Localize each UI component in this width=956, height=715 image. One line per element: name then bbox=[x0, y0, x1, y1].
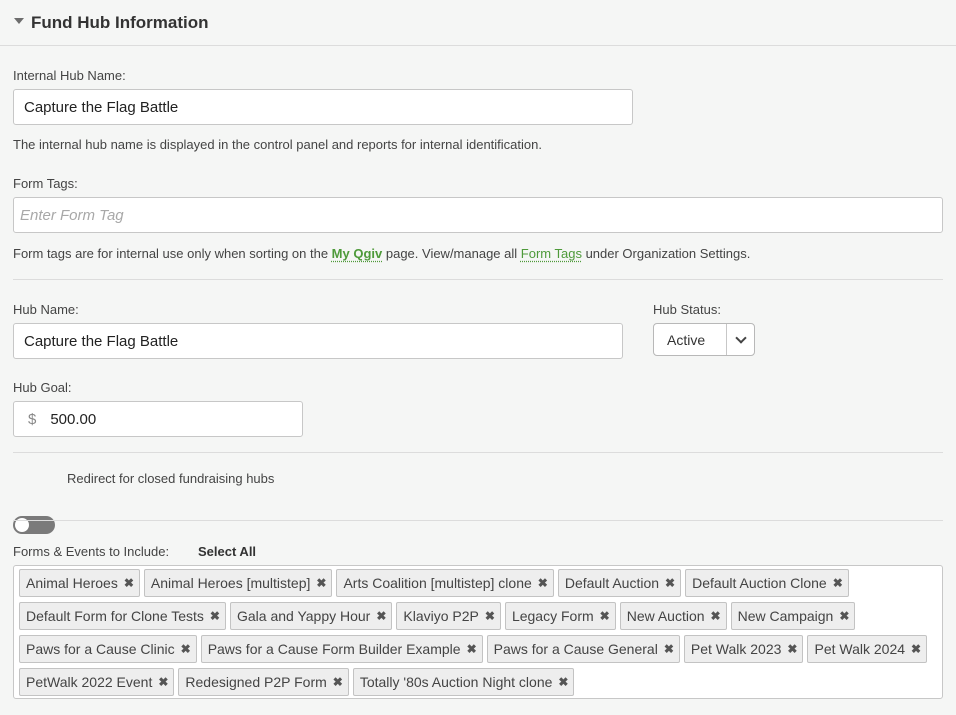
form-event-tag: Paws for a Cause Form Builder Example ✖ bbox=[200, 635, 483, 663]
form-event-tag-label: Paws for a Cause Clinic bbox=[26, 641, 175, 657]
form-event-tag: Default Auction ✖ bbox=[557, 569, 682, 597]
form-event-tag-label: Pet Walk 2023 bbox=[690, 641, 782, 657]
divider bbox=[13, 279, 943, 280]
forms-events-label: Forms & Events to Include: bbox=[13, 544, 170, 559]
form-event-tag-label: Default Form for Clone Tests bbox=[26, 608, 204, 624]
hub-name-input[interactable]: Capture the Flag Battle bbox=[13, 323, 623, 359]
form-event-tag: Gala and Yappy Hour ✖ bbox=[229, 602, 393, 630]
form-event-tag-label: Legacy Form bbox=[511, 608, 594, 624]
form-event-tag: Pet Walk 2023 ✖ bbox=[683, 635, 804, 663]
remove-tag-icon[interactable]: ✖ bbox=[787, 642, 797, 656]
caret-down-icon[interactable] bbox=[14, 17, 24, 24]
remove-tag-icon[interactable]: ✖ bbox=[316, 576, 326, 590]
form-tags-label: Form Tags: bbox=[13, 176, 78, 191]
form-event-tag-label: Default Auction Clone bbox=[692, 575, 827, 591]
form-tags-input[interactable]: Enter Form Tag bbox=[13, 197, 943, 233]
form-event-tag: Klaviyo P2P ✖ bbox=[396, 602, 501, 630]
remove-tag-icon[interactable]: ✖ bbox=[181, 642, 191, 656]
form-event-tag-label: Paws for a Cause General bbox=[493, 641, 658, 657]
remove-tag-icon[interactable]: ✖ bbox=[158, 675, 168, 689]
form-event-tag-label: Animal Heroes bbox=[26, 575, 118, 591]
hub-goal-value: 500.00 bbox=[50, 410, 97, 428]
internal-hub-name-help: The internal hub name is displayed in th… bbox=[13, 137, 542, 152]
form-event-tag-label: Arts Coalition [multistep] clone bbox=[343, 575, 532, 591]
form-event-tag: Legacy Form ✖ bbox=[504, 602, 616, 630]
form-event-tag-label: New Campaign bbox=[737, 608, 834, 624]
chevron-down-icon bbox=[734, 331, 747, 344]
remove-tag-icon[interactable]: ✖ bbox=[333, 675, 343, 689]
form-event-tag-label: PetWalk 2022 Event bbox=[26, 674, 153, 690]
form-tags-help-suffix: under Organization Settings. bbox=[581, 246, 751, 261]
form-event-tag-label: Pet Walk 2024 bbox=[814, 641, 906, 657]
form-event-tag: New Campaign ✖ bbox=[730, 602, 856, 630]
form-event-tag-label: Paws for a Cause Form Builder Example bbox=[207, 641, 461, 657]
form-event-tag-label: Gala and Yappy Hour bbox=[236, 608, 371, 624]
redirect-toggle-label: Redirect for closed fundraising hubs bbox=[67, 471, 275, 486]
form-event-tag-label: Klaviyo P2P bbox=[403, 608, 479, 624]
currency-symbol: $ bbox=[28, 410, 37, 428]
internal-hub-name-input[interactable]: Capture the Flag Battle bbox=[13, 89, 633, 125]
form-tags-help-prefix: Form tags are for internal use only when… bbox=[13, 246, 332, 261]
form-event-tag: Pet Walk 2024 ✖ bbox=[807, 635, 928, 663]
form-event-tag: Arts Coalition [multistep] clone ✖ bbox=[336, 569, 554, 597]
remove-tag-icon[interactable]: ✖ bbox=[124, 576, 134, 590]
remove-tag-icon[interactable]: ✖ bbox=[558, 675, 568, 689]
form-event-tag: Paws for a Cause Clinic ✖ bbox=[19, 635, 197, 663]
hub-goal-label: Hub Goal: bbox=[13, 380, 72, 395]
remove-tag-icon[interactable]: ✖ bbox=[467, 642, 477, 656]
form-event-tag: Default Auction Clone ✖ bbox=[685, 569, 849, 597]
form-tags-placeholder: Enter Form Tag bbox=[20, 206, 124, 224]
internal-hub-name-value: Capture the Flag Battle bbox=[24, 98, 179, 116]
remove-tag-icon[interactable]: ✖ bbox=[485, 609, 495, 623]
select-all-link[interactable]: Select All bbox=[198, 544, 256, 559]
form-event-tag: PetWalk 2022 Event ✖ bbox=[19, 668, 175, 696]
remove-tag-icon[interactable]: ✖ bbox=[600, 609, 610, 623]
remove-tag-icon[interactable]: ✖ bbox=[911, 642, 921, 656]
divider bbox=[13, 520, 943, 521]
form-event-tag: Animal Heroes ✖ bbox=[19, 569, 140, 597]
remove-tag-icon[interactable]: ✖ bbox=[665, 576, 675, 590]
remove-tag-icon[interactable]: ✖ bbox=[833, 576, 843, 590]
hub-status-select[interactable]: Active bbox=[653, 323, 755, 356]
divider bbox=[13, 452, 943, 453]
hub-name-value: Capture the Flag Battle bbox=[24, 332, 179, 350]
remove-tag-icon[interactable]: ✖ bbox=[664, 642, 674, 656]
form-event-tag-label: Animal Heroes [multistep] bbox=[150, 575, 311, 591]
form-event-tag: Paws for a Cause General ✖ bbox=[486, 635, 680, 663]
remove-tag-icon[interactable]: ✖ bbox=[839, 609, 849, 623]
remove-tag-icon[interactable]: ✖ bbox=[538, 576, 548, 590]
section-header[interactable]: Fund Hub Information bbox=[0, 0, 956, 46]
form-event-tag: Totally '80s Auction Night clone ✖ bbox=[352, 668, 575, 696]
form-event-tag: New Auction ✖ bbox=[619, 602, 727, 630]
form-event-tag-label: New Auction bbox=[626, 608, 705, 624]
hub-goal-input[interactable]: $ 500.00 bbox=[13, 401, 303, 437]
forms-events-tag-box[interactable]: Animal Heroes ✖ Animal Heroes [multistep] ✖… bbox=[13, 565, 943, 699]
remove-tag-icon[interactable]: ✖ bbox=[711, 609, 721, 623]
hub-name-label: Hub Name: bbox=[13, 302, 79, 317]
form-event-tag-label: Totally '80s Auction Night clone bbox=[359, 674, 553, 690]
remove-tag-icon[interactable]: ✖ bbox=[376, 609, 386, 623]
hub-status-label: Hub Status: bbox=[653, 302, 721, 317]
form-event-tag-label: Redesigned P2P Form bbox=[185, 674, 327, 690]
form-tags-help-middle: page. View/manage all bbox=[382, 246, 521, 261]
hub-status-dropdown-button[interactable] bbox=[726, 324, 754, 355]
form-event-tag: Animal Heroes [multistep] ✖ bbox=[143, 569, 333, 597]
hub-status-value: Active bbox=[667, 331, 706, 348]
section-title: Fund Hub Information bbox=[31, 12, 209, 32]
my-qgiv-link[interactable]: My Qgiv bbox=[332, 246, 383, 261]
form-event-tag: Default Form for Clone Tests ✖ bbox=[19, 602, 226, 630]
internal-hub-name-label: Internal Hub Name: bbox=[13, 68, 126, 83]
form-event-tag-label: Default Auction bbox=[564, 575, 660, 591]
form-tags-help: Form tags are for internal use only when… bbox=[13, 246, 750, 261]
redirect-toggle[interactable] bbox=[13, 516, 55, 534]
form-event-tag: Redesigned P2P Form ✖ bbox=[178, 668, 349, 696]
remove-tag-icon[interactable]: ✖ bbox=[210, 609, 220, 623]
form-tags-link[interactable]: Form Tags bbox=[521, 246, 582, 261]
